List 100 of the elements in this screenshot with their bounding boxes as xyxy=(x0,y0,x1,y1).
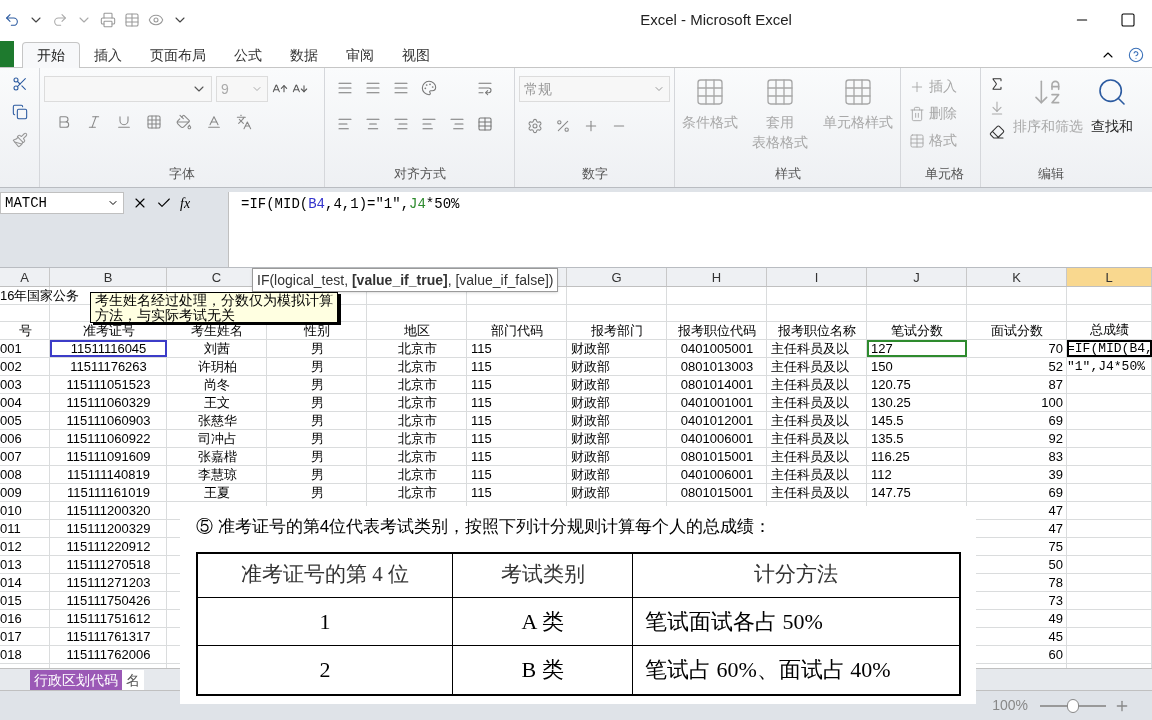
maximize-icon[interactable] xyxy=(1120,12,1136,28)
sheet-tab[interactable]: 行政区划代码 xyxy=(30,669,122,690)
table-cell: B 类 xyxy=(453,645,633,694)
formula-field[interactable]: =IF(MID(B4,4,1)=″1″,J4*50% xyxy=(228,192,1152,267)
table-cell: 002 xyxy=(0,359,22,374)
table-header: 计分方法 xyxy=(753,561,839,589)
table-cell: 北京市 xyxy=(397,395,437,410)
table-cell: 0401001001 xyxy=(680,395,754,410)
ribbon-tab[interactable]: 视图 xyxy=(388,42,444,68)
table-cell: 财政部 xyxy=(571,467,610,482)
table-cell: 115 xyxy=(471,431,492,446)
table-cell: 115 xyxy=(471,341,492,356)
table-cell: 主任科员及以 xyxy=(771,377,849,392)
insert-function-button[interactable]: fx xyxy=(180,192,191,214)
column-header[interactable]: J xyxy=(913,270,920,285)
table-cell: 115111091609 xyxy=(66,449,151,464)
clear-icon[interactable] xyxy=(989,124,1005,140)
underline-icon[interactable] xyxy=(116,114,132,130)
preview-icon[interactable] xyxy=(148,12,164,28)
cut-icon[interactable] xyxy=(11,76,28,92)
table-cell: 47 xyxy=(1048,503,1063,518)
table-cell: 73 xyxy=(1048,593,1063,608)
italic-icon[interactable] xyxy=(86,114,102,130)
copy-icon[interactable] xyxy=(11,104,28,120)
column-header[interactable]: C xyxy=(211,270,222,285)
table-cell: 115111200320 xyxy=(66,503,151,518)
table-header: 考试类别 xyxy=(453,553,633,597)
group-label: 数字 xyxy=(581,164,608,183)
printer-icon[interactable] xyxy=(100,12,116,28)
table-cell: 11511116045 xyxy=(70,341,147,356)
column-header[interactable]: A xyxy=(20,270,29,285)
column-header[interactable]: I xyxy=(814,270,819,285)
table-cell: 115 xyxy=(471,485,492,500)
ribbon-tab[interactable]: 开始 xyxy=(22,42,80,68)
sheet-tab[interactable]: 名 xyxy=(122,669,144,690)
column-header[interactable]: G xyxy=(611,270,622,285)
table-icon[interactable] xyxy=(124,12,140,28)
redo-icon[interactable] xyxy=(52,12,68,28)
align-right-icon[interactable] xyxy=(393,116,409,132)
wrap-text-icon[interactable] xyxy=(477,80,493,96)
table-cell: 男 xyxy=(310,485,324,500)
column-header[interactable]: H xyxy=(711,270,722,285)
table-cell: 115111060922 xyxy=(66,431,151,446)
edit-button[interactable]: 查找和 xyxy=(1091,76,1133,140)
phonetic-icon[interactable] xyxy=(236,114,252,130)
column-title: 报考职位代码 xyxy=(678,323,756,338)
table-cell: 主任科员及以 xyxy=(771,449,849,464)
percent-icon[interactable] xyxy=(555,118,571,134)
table-cell: 11511176263 xyxy=(70,359,147,374)
group-label: 对齐方式 xyxy=(393,164,446,183)
ribbon-tab[interactable]: 插入 xyxy=(80,42,136,68)
table-cell: 0401012001 xyxy=(680,413,754,428)
ribbon-tab[interactable]: 数据 xyxy=(276,42,332,68)
table-cell: 013 xyxy=(0,557,22,572)
undo-icon[interactable] xyxy=(4,12,20,28)
ribbon-tab[interactable]: 审阅 xyxy=(332,42,388,68)
table-cell: 75 xyxy=(1048,539,1063,554)
table-cell: 116.25 xyxy=(871,449,910,464)
column-title: 报考职位名称 xyxy=(778,323,856,338)
autosum-icon[interactable] xyxy=(989,76,1005,92)
table-cell: 北京市 xyxy=(397,359,437,374)
column-header[interactable]: L xyxy=(1105,270,1113,285)
bold-icon[interactable] xyxy=(56,114,72,130)
borders-icon[interactable] xyxy=(146,114,162,130)
table-cell: 0401006001 xyxy=(680,431,754,446)
table-cell: 男 xyxy=(310,413,324,428)
ribbon-tab[interactable]: 页面布局 xyxy=(136,42,220,68)
table-cell: 司冲占 xyxy=(197,431,237,446)
table-cell: 财政部 xyxy=(571,359,610,374)
name-box[interactable]: MATCH xyxy=(0,192,124,214)
align-left-icon[interactable] xyxy=(337,116,353,132)
column-header[interactable]: K xyxy=(1012,270,1021,285)
align-top-icon[interactable] xyxy=(337,80,353,96)
table-cell: 52 xyxy=(1048,359,1063,374)
group-label: 样式 xyxy=(774,164,801,183)
slider-thumb[interactable] xyxy=(1067,698,1079,713)
help-icon[interactable] xyxy=(1128,47,1144,63)
table-cell: 001 xyxy=(0,341,22,356)
table-cell: 主任科员及以 xyxy=(771,413,849,428)
table-cell: =IF(MID(B4, xyxy=(1067,341,1152,356)
align-center-icon[interactable] xyxy=(365,116,381,132)
align-middle-icon[interactable] xyxy=(365,80,381,96)
table-cell: 145.5 xyxy=(871,413,904,428)
column-header[interactable]: B xyxy=(103,270,113,285)
table-cell: 财政部 xyxy=(571,485,610,500)
table-cell-text: 笔试占 60%、面试占 40% xyxy=(644,656,892,684)
fill-color-icon[interactable] xyxy=(176,114,192,130)
table-cell: 115111060903 xyxy=(66,413,151,428)
column-title: 总成绩 xyxy=(1090,323,1129,338)
zoom-slider[interactable] xyxy=(1040,698,1106,713)
search-icon[interactable] xyxy=(1096,76,1128,108)
instruction-text: ⑤ 准考证号的第4位代表考试类别，按照下列计分规则计算每个人的总成绩： xyxy=(196,516,773,538)
table-cell: 115 xyxy=(471,359,492,374)
fill-icon[interactable] xyxy=(989,100,1005,116)
format-painter-icon[interactable] xyxy=(11,132,28,148)
ribbon-tab[interactable]: 公式 xyxy=(220,42,276,68)
font-name-field[interactable] xyxy=(44,76,212,102)
align-bottom-icon[interactable] xyxy=(393,80,409,96)
font-color-icon[interactable] xyxy=(206,114,222,130)
table-cell: 主任科员及以 xyxy=(771,359,849,374)
